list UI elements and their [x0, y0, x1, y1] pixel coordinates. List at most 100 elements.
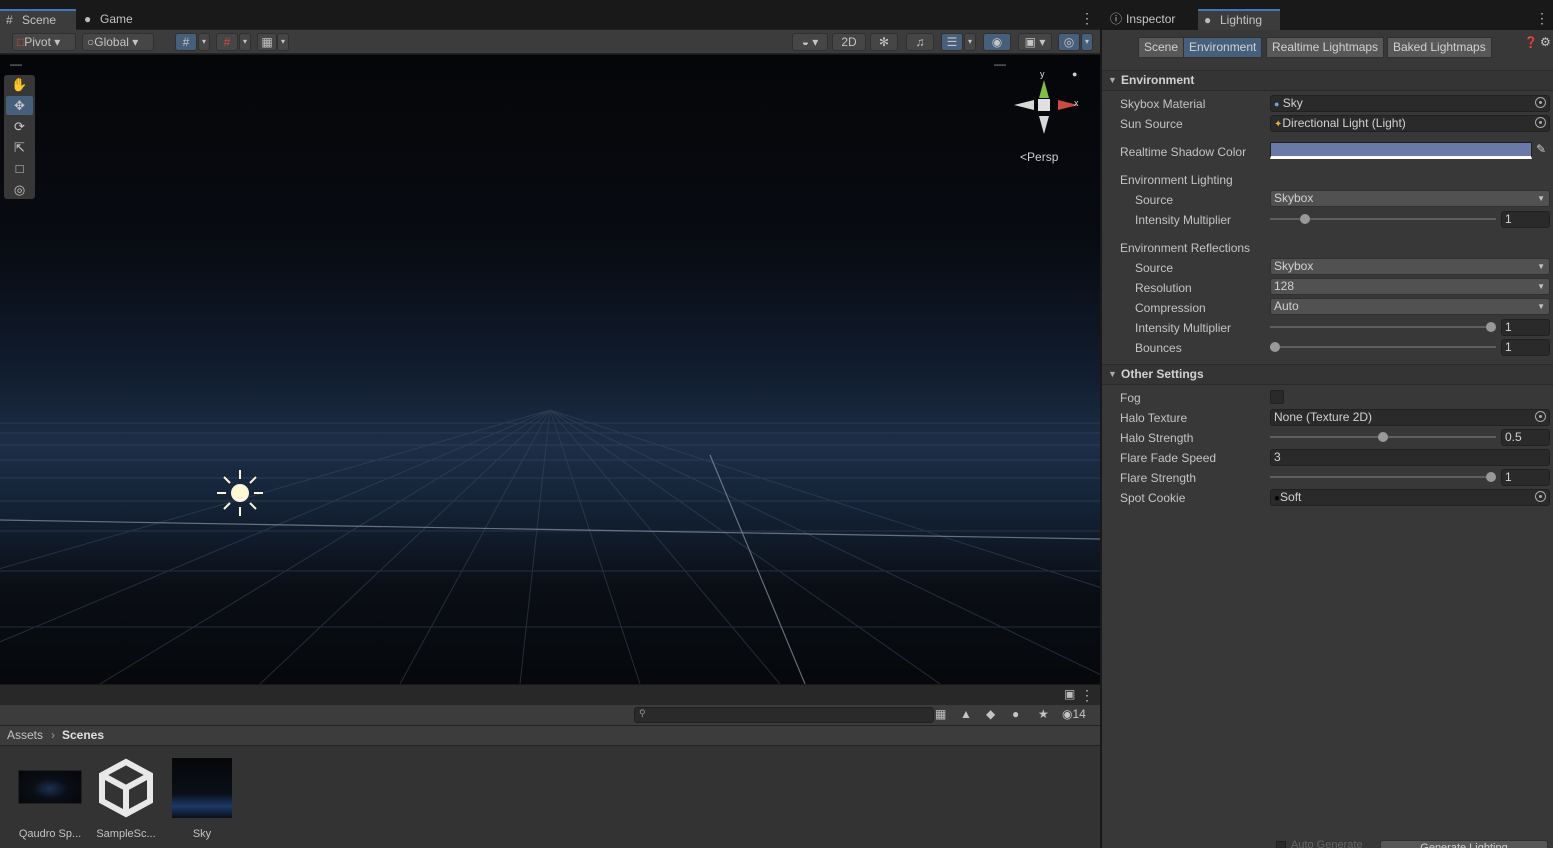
segment-scene[interactable]: Scene: [1138, 37, 1185, 58]
tab-game[interactable]: ● Game: [78, 9, 144, 30]
orientation-gizmo[interactable]: [1010, 70, 1080, 140]
warning-icon[interactable]: ●: [1012, 707, 1019, 721]
generate-lighting-button[interactable]: Generate Lighting: [1380, 840, 1548, 848]
star-icon[interactable]: ★: [1038, 707, 1049, 721]
audio-toggle-button[interactable]: ♫: [906, 33, 934, 51]
flare-strength-slider[interactable]: [1270, 472, 1496, 482]
scene-viewport[interactable]: y x ● — —: [0, 55, 1100, 684]
toggle-2d-button[interactable]: 2D: [832, 33, 866, 51]
halo-strength-input[interactable]: 0.5: [1501, 429, 1550, 446]
pivot-dropdown[interactable]: □Pivot ▾: [12, 33, 76, 51]
persp-label[interactable]: <Persp: [1020, 150, 1058, 164]
breadcrumb-scenes[interactable]: Scenes: [62, 728, 104, 742]
gizmos-dropdown[interactable]: ▾: [1081, 33, 1093, 51]
scene-toolbar: □Pivot ▾ ○Global ▾ # ▾ # ▾ ▦ ▾ ◒ ▾ 2D ✻ …: [0, 30, 1100, 54]
auto-generate-checkbox[interactable]: [1276, 841, 1286, 848]
slider-knob[interactable]: [1486, 472, 1496, 482]
audio-muted-icon: ♫: [915, 35, 925, 49]
tab-inspector[interactable]: ⓘ Inspector: [1104, 9, 1196, 30]
toolbar-handle-icon[interactable]: —: [10, 57, 22, 71]
lighting-source-dropdown[interactable]: Skybox ▼: [1270, 190, 1550, 207]
bounces-input[interactable]: 1: [1501, 339, 1550, 356]
segment-realtime-lightmaps[interactable]: Realtime Lightmaps: [1266, 37, 1385, 58]
directional-light-sun-icon[interactable]: [215, 468, 265, 518]
slider-knob[interactable]: [1378, 432, 1388, 442]
flare-strength-input[interactable]: 1: [1501, 469, 1550, 486]
bounces-slider[interactable]: [1270, 342, 1496, 352]
lighting-intensity-input[interactable]: 1: [1501, 211, 1550, 228]
lighting-toggle-button[interactable]: ✻: [870, 33, 898, 51]
halo-strength-slider[interactable]: [1270, 432, 1496, 442]
tab-lighting[interactable]: ● Lighting: [1198, 9, 1280, 30]
move-tool-icon[interactable]: ✥: [6, 96, 33, 115]
gamepad-icon: ●: [84, 12, 92, 26]
info-icon: ⓘ: [1110, 12, 1123, 26]
scene-visibility-button[interactable]: ◉: [983, 33, 1011, 51]
segment-baked-lightmaps[interactable]: Baked Lightmaps: [1387, 37, 1492, 58]
gear-icon[interactable]: ⚙: [1540, 35, 1551, 49]
segment-environment[interactable]: Environment: [1183, 37, 1263, 58]
draw-mode-dropdown[interactable]: ◒ ▾: [792, 33, 828, 51]
project-search-input[interactable]: ⚲: [634, 707, 934, 723]
halo-texture-field[interactable]: None (Texture 2D): [1270, 409, 1550, 426]
scale-tool-icon[interactable]: ⇱: [6, 138, 33, 157]
increment-snap-button[interactable]: #: [216, 33, 238, 51]
slider-knob[interactable]: [1486, 322, 1496, 332]
label-tag-icon[interactable]: ◆: [986, 707, 995, 721]
resolution-dropdown[interactable]: 128 ▼: [1270, 278, 1550, 295]
reflection-intensity-slider[interactable]: [1270, 322, 1496, 332]
flare-fade-input[interactable]: 3: [1270, 449, 1550, 466]
overlay-handle-icon[interactable]: —: [994, 57, 1006, 71]
tab-scene[interactable]: # Scene: [0, 9, 76, 30]
shadow-color-swatch[interactable]: [1270, 142, 1532, 159]
increment-snap-dropdown[interactable]: ▾: [239, 33, 251, 51]
filter-icon[interactable]: ▲: [960, 707, 972, 721]
skybox-thumbnail: [18, 770, 82, 804]
effects-dropdown[interactable]: ▾: [964, 33, 976, 51]
global-dropdown[interactable]: ○Global ▾: [82, 33, 154, 51]
grid-visibility-dropdown[interactable]: ▾: [277, 33, 289, 51]
effects-toggle-button[interactable]: ☰: [941, 33, 963, 51]
sun-source-label: Sun Source: [1120, 117, 1183, 131]
grid-snap-button[interactable]: #: [175, 33, 197, 51]
lock-icon[interactable]: ●: [1072, 69, 1077, 79]
help-icon[interactable]: ❓: [1524, 36, 1538, 49]
spot-cookie-field[interactable]: ●Soft: [1270, 489, 1550, 506]
scene-tab-bar: # Scene ● Game ⋮: [0, 9, 1100, 30]
grid-visibility-button[interactable]: ▦: [257, 33, 277, 51]
transform-tool-icon[interactable]: ◎: [6, 180, 33, 199]
fog-checkbox[interactable]: [1270, 390, 1284, 404]
gizmo-y-label: y: [1040, 69, 1045, 79]
grid-snap-dropdown[interactable]: ▾: [198, 33, 210, 51]
object-picker-icon[interactable]: [1535, 117, 1546, 128]
compression-dropdown[interactable]: Auto ▼: [1270, 298, 1550, 315]
object-picker-icon[interactable]: [1535, 411, 1546, 422]
rotate-tool-icon[interactable]: ⟳: [6, 117, 33, 136]
gizmo-x-label: x: [1074, 98, 1079, 108]
skybox-material-field[interactable]: ● Sky: [1270, 95, 1550, 112]
lighting-intensity-slider[interactable]: [1270, 214, 1496, 224]
lock-icon[interactable]: ▣: [1064, 687, 1075, 701]
scene-menu-kebab-icon[interactable]: ⋮: [1080, 9, 1094, 27]
reflection-intensity-input[interactable]: 1: [1501, 319, 1550, 336]
reflection-source-dropdown[interactable]: Skybox ▼: [1270, 258, 1550, 275]
rect-tool-icon[interactable]: □: [6, 159, 33, 178]
breadcrumb-assets[interactable]: Assets: [7, 728, 43, 742]
project-menu-kebab-icon[interactable]: ⋮: [1080, 686, 1094, 704]
slider-knob[interactable]: [1270, 342, 1280, 352]
hand-tool-icon[interactable]: ✋: [6, 75, 33, 94]
lighting-menu-kebab-icon[interactable]: ⋮: [1535, 9, 1549, 27]
other-settings-header[interactable]: ▼ Other Settings: [1102, 364, 1553, 385]
title-strip: [0, 0, 1553, 9]
gizmos-button[interactable]: ◎: [1058, 33, 1080, 51]
foldout-triangle-icon: ▼: [1108, 369, 1117, 379]
search-by-type-icon[interactable]: ▦: [935, 707, 946, 721]
object-picker-icon[interactable]: [1535, 491, 1546, 502]
camera-dropdown[interactable]: ▣ ▾: [1018, 33, 1052, 51]
sun-source-field[interactable]: ✦Directional Light (Light): [1270, 115, 1550, 132]
environment-header[interactable]: ▼ Environment: [1102, 70, 1553, 91]
eye-off-icon: ◉: [1062, 707, 1073, 721]
hidden-packages-button[interactable]: ◉14: [1062, 707, 1086, 721]
eyedropper-icon[interactable]: ✎: [1536, 142, 1546, 156]
object-picker-icon[interactable]: [1535, 97, 1546, 108]
